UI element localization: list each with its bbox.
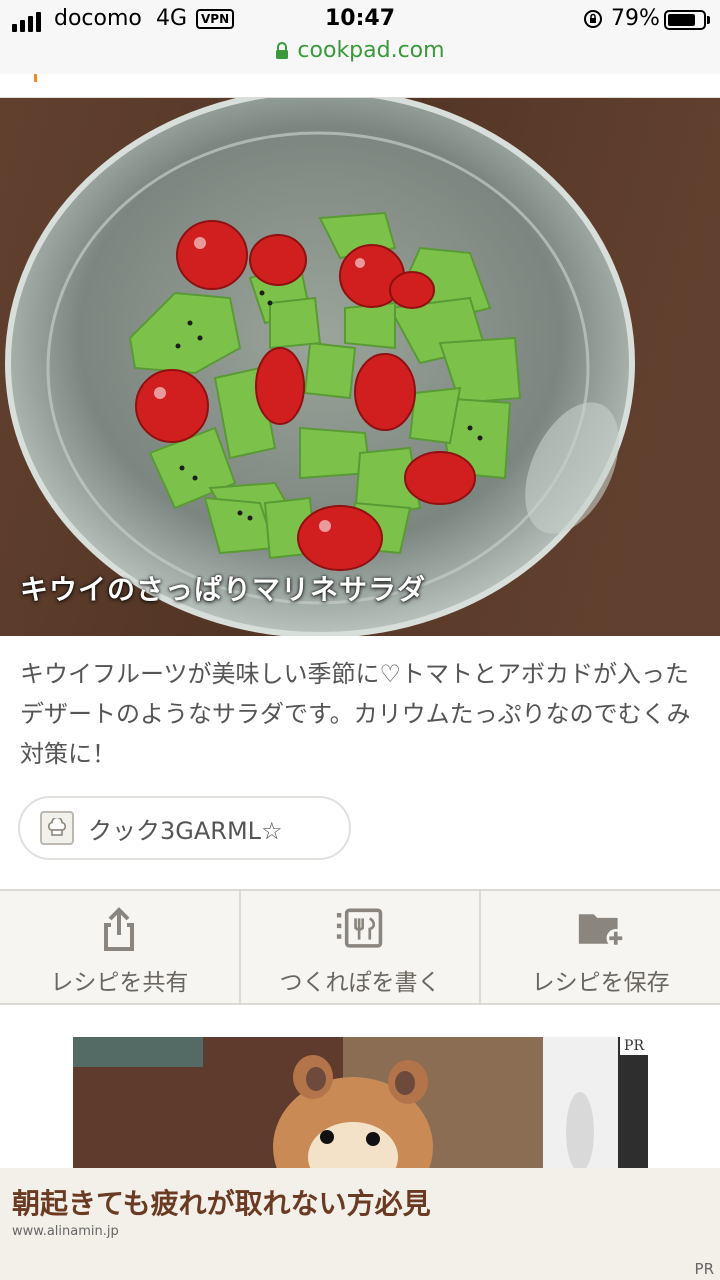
write-report-label: つくれぽを書く: [279, 970, 441, 996]
site-header-edge: [0, 74, 720, 98]
share-recipe-button[interactable]: レシピを共有: [0, 891, 241, 1003]
battery-percent: 79%: [611, 6, 660, 31]
address-bar[interactable]: cookpad.com: [0, 36, 720, 74]
recipe-photo[interactable]: キウイのさっぱりマリネサラダ: [0, 98, 720, 636]
author-name: クック3GARML☆: [88, 816, 283, 845]
salad-bowl-illustration: [0, 98, 720, 636]
lock-icon: [276, 41, 289, 59]
logo-fragment: [34, 74, 37, 82]
ad-domain: www.alinamin.jp: [12, 1224, 119, 1239]
ad-panel[interactable]: 朝起きても疲れが取れない方必見 www.alinamin.jp PR: [0, 1168, 720, 1280]
save-recipe-label: レシピを保存: [531, 970, 670, 996]
status-bar: docomo 4G VPN 10:47 79%: [0, 0, 720, 40]
battery-icon: [664, 10, 706, 30]
recipe-description: キウイフルーツが美味しい季節に♡トマトとアボカドが入ったデザートのようなサラダで…: [20, 660, 691, 768]
ad-image[interactable]: PR: [73, 1037, 648, 1168]
author-button[interactable]: クック3GARML☆: [18, 796, 351, 860]
ad-pr-label: PR: [620, 1037, 648, 1055]
ad-headline: 朝起きても疲れが取れない方必見: [12, 1187, 431, 1220]
hamster-photo: [73, 1037, 648, 1168]
share-icon: [104, 907, 135, 951]
url-text: cookpad.com: [297, 38, 445, 63]
rotation-lock-icon: [584, 10, 602, 28]
write-report-button[interactable]: つくれぽを書く: [241, 891, 482, 1003]
battery-fill: [668, 14, 695, 26]
battery-cap: [707, 16, 710, 24]
folder-add-icon: [578, 914, 625, 948]
share-recipe-label: レシピを共有: [50, 970, 189, 996]
write-report-icon: [336, 908, 383, 948]
ad-pr-bottom: PR: [694, 1260, 714, 1278]
recipe-action-bar: レシピを共有 つくれぽを書く レシピを保存: [0, 889, 720, 1005]
chef-hat-icon: [40, 811, 74, 845]
recipe-title: キウイのさっぱりマリネサラダ: [20, 573, 427, 606]
save-recipe-button[interactable]: レシピを保存: [481, 891, 720, 1003]
